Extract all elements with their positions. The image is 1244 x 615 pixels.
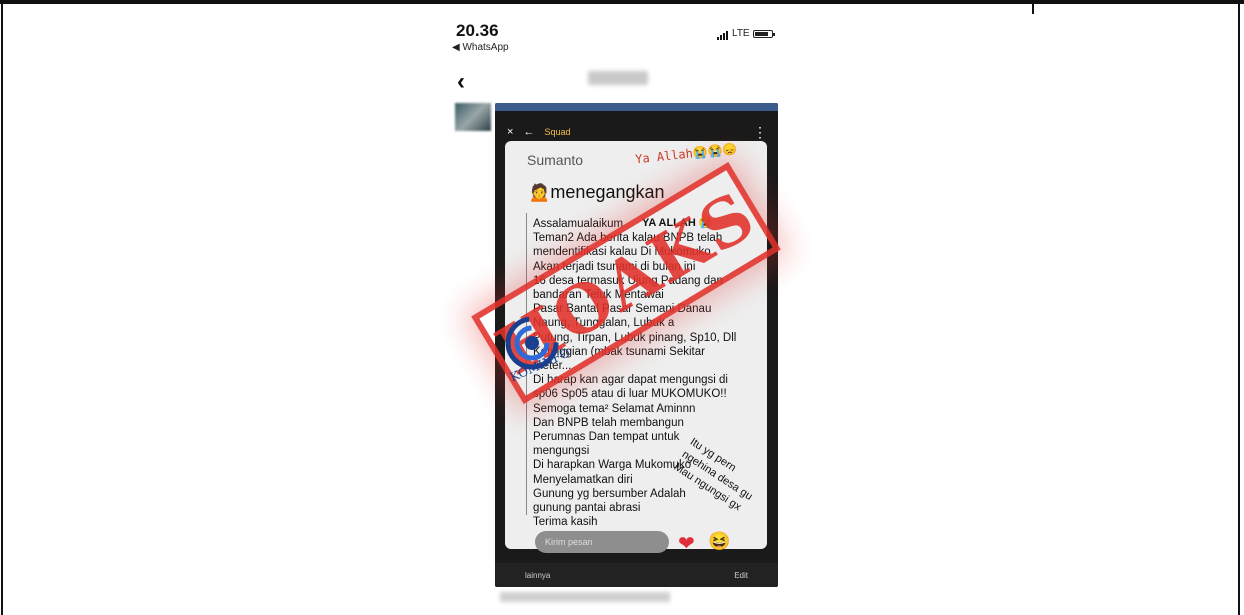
contact-name-blurred[interactable] bbox=[588, 71, 648, 85]
top-tick bbox=[1032, 0, 1034, 14]
right-border bbox=[1238, 0, 1240, 615]
left-border bbox=[1, 0, 3, 615]
menu-icon[interactable]: ⋮ bbox=[753, 124, 767, 141]
screenshot-frame: 20.36 ◀ WhatsApp LTE ‹ × ← Squad ⋮ Suman… bbox=[0, 0, 1244, 615]
status-time: 20.36 bbox=[456, 21, 499, 40]
story-progress-bar bbox=[495, 103, 778, 111]
sender-avatar[interactable] bbox=[455, 103, 491, 131]
heart-icon[interactable]: ❤ bbox=[678, 531, 695, 556]
group-name: Squad bbox=[544, 127, 571, 137]
story-bottom-bar: lainnya Edit bbox=[495, 563, 778, 587]
card-title-text: menegangkan bbox=[550, 182, 665, 202]
laugh-emoji-icon[interactable]: 😆 bbox=[708, 531, 730, 552]
footer-more[interactable]: lainnya bbox=[525, 571, 550, 580]
story-header: × ← Squad ⋮ bbox=[507, 121, 767, 143]
network-label: LTE bbox=[732, 28, 750, 39]
back-arrow-icon[interactable]: ← bbox=[523, 126, 534, 138]
card-title: 🙍menegangkan bbox=[528, 182, 665, 202]
back-chevron-icon[interactable]: ‹ bbox=[457, 68, 465, 96]
reply-input[interactable]: Kirim pesan bbox=[535, 531, 669, 553]
signal-icon bbox=[717, 31, 728, 40]
close-icon[interactable]: × bbox=[507, 126, 513, 138]
status-back-to-app[interactable]: ◀ WhatsApp bbox=[452, 42, 509, 53]
battery-icon bbox=[753, 30, 775, 38]
card-sender-name: Sumanto bbox=[527, 152, 584, 168]
top-border bbox=[0, 0, 1244, 4]
caption-blurred bbox=[500, 592, 670, 602]
footer-edit[interactable]: Edit bbox=[734, 571, 748, 580]
